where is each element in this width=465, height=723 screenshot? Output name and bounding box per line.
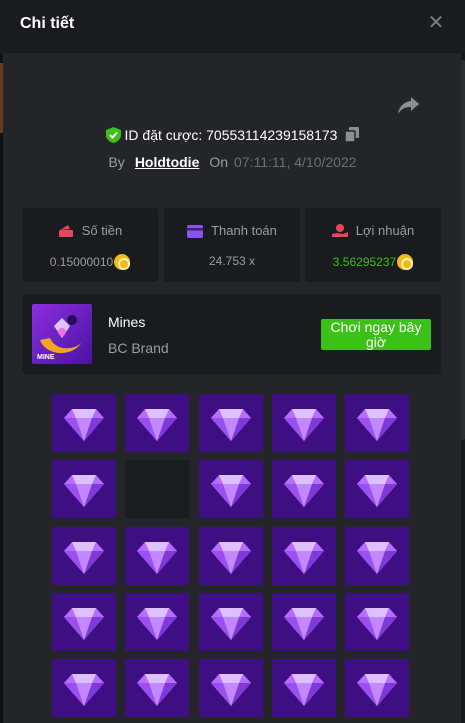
mines-logo-icon: MINE: [37, 315, 82, 361]
gem-icon: [284, 674, 324, 706]
stat-profit-value-row: 3.56295237: [305, 254, 441, 270]
bet-detail-modal: Chi tiết ✕ ID đặt cược: 7055311423915817…: [0, 0, 465, 723]
gem-icon: [64, 409, 104, 441]
board-cell-gem[interactable]: [272, 460, 336, 518]
stat-payout-label: Thanh toán: [211, 223, 277, 238]
board-cell-gem[interactable]: [199, 659, 263, 717]
gem-icon: [64, 542, 104, 574]
card-icon: [187, 225, 204, 238]
shield-check-icon: [105, 127, 121, 143]
money-icon: [58, 225, 73, 237]
game-thumbnail[interactable]: MINE: [32, 304, 92, 364]
stat-amount-label-row: Số tiền: [22, 223, 158, 238]
gem-icon: [211, 409, 251, 441]
left-edge-stripe: [0, 63, 3, 133]
gem-icon: [137, 674, 177, 706]
stat-amount-label: Số tiền: [81, 223, 123, 238]
stat-profit: Lợi nhuận 3.56295237: [305, 208, 441, 282]
board-cell-gem[interactable]: [125, 593, 189, 651]
board-cell-gem[interactable]: [199, 394, 263, 452]
bet-timestamp: 07:11:11, 4/10/2022: [234, 154, 357, 170]
gem-icon: [357, 674, 397, 706]
board-cell-gem[interactable]: [52, 593, 116, 651]
coin-icon: [114, 254, 131, 270]
stat-profit-value: 3.56295237: [332, 255, 397, 269]
gem-icon: [211, 475, 251, 507]
gem-icon: [284, 542, 324, 574]
close-icon[interactable]: ✕: [426, 13, 446, 33]
play-now-button[interactable]: Chơi ngay bây giờ: [321, 319, 431, 350]
board-cell-gem[interactable]: [345, 460, 409, 518]
board-cell-gem[interactable]: [52, 659, 116, 717]
stat-amount-value-row: 0.15000010: [22, 254, 158, 270]
gem-icon: [357, 475, 397, 507]
board-cell-gem[interactable]: [345, 527, 409, 585]
gem-icon: [137, 409, 177, 441]
board-cell-gem[interactable]: [52, 527, 116, 585]
scrollbar[interactable]: [461, 60, 465, 440]
board-cell-gem[interactable]: [52, 394, 116, 452]
stat-amount: Số tiền 0.15000010: [22, 208, 158, 282]
copy-icon[interactable]: [345, 127, 360, 142]
board-cell-gem[interactable]: [125, 527, 189, 585]
mine-thumb-label: MINE: [37, 354, 55, 361]
stat-profit-label: Lợi nhuận: [355, 223, 415, 238]
gem-icon: [284, 409, 324, 441]
board-cell-gem[interactable]: [272, 659, 336, 717]
stat-profit-label-row: Lợi nhuận: [305, 223, 441, 238]
gem-icon: [64, 674, 104, 706]
gem-icon: [357, 542, 397, 574]
gem-icon: [211, 542, 251, 574]
game-card: MINE Mines BC Brand Chơi ngay bây giờ: [22, 294, 441, 374]
board-cell-gem[interactable]: [125, 659, 189, 717]
profit-icon: [331, 224, 348, 237]
gem-icon: [357, 608, 397, 640]
coin-icon: [397, 254, 414, 270]
share-icon[interactable]: [397, 95, 421, 115]
board-cell-gem[interactable]: [199, 527, 263, 585]
stat-amount-value: 0.15000010: [49, 255, 114, 269]
on-label: On: [209, 154, 229, 170]
gem-icon: [284, 475, 324, 507]
gem-icon: [137, 542, 177, 574]
bet-byline: By Holdtodie On 07:11:11, 4/10/2022: [0, 154, 465, 170]
by-label: By: [108, 154, 125, 170]
gem-icon: [137, 608, 177, 640]
board-cell-gem[interactable]: [125, 394, 189, 452]
gem-icon: [64, 608, 104, 640]
board-cell-gem[interactable]: [272, 394, 336, 452]
board-cell-gem[interactable]: [199, 460, 263, 518]
gem-icon: [211, 674, 251, 706]
board-cell-gem[interactable]: [199, 593, 263, 651]
gem-icon: [64, 475, 104, 507]
board-cell-gem[interactable]: [272, 593, 336, 651]
board-cell-gem[interactable]: [272, 527, 336, 585]
game-name: Mines: [108, 314, 146, 330]
board-cell-gem[interactable]: [345, 394, 409, 452]
stat-payout-label-row: Thanh toán: [164, 223, 300, 238]
board-cell-gem[interactable]: [345, 659, 409, 717]
game-brand: BC Brand: [108, 340, 169, 356]
gem-icon: [357, 409, 397, 441]
gem-icon: [284, 608, 324, 640]
board-cell-empty[interactable]: [125, 460, 189, 518]
username-link[interactable]: Holdtodie: [135, 154, 200, 170]
gem-icon: [211, 608, 251, 640]
board-cell-gem[interactable]: [52, 460, 116, 518]
modal-title: Chi tiết: [20, 15, 75, 32]
bet-id: ID đặt cược: 70553114239158173: [124, 127, 338, 143]
stat-payout: Thanh toán 24.753 x: [164, 208, 300, 282]
stat-payout-value: 24.753 x: [208, 254, 256, 268]
bet-id-line: ID đặt cược: 70553114239158173: [0, 127, 465, 143]
board-cell-gem[interactable]: [345, 593, 409, 651]
modal-header: Chi tiết ✕: [0, 0, 465, 53]
